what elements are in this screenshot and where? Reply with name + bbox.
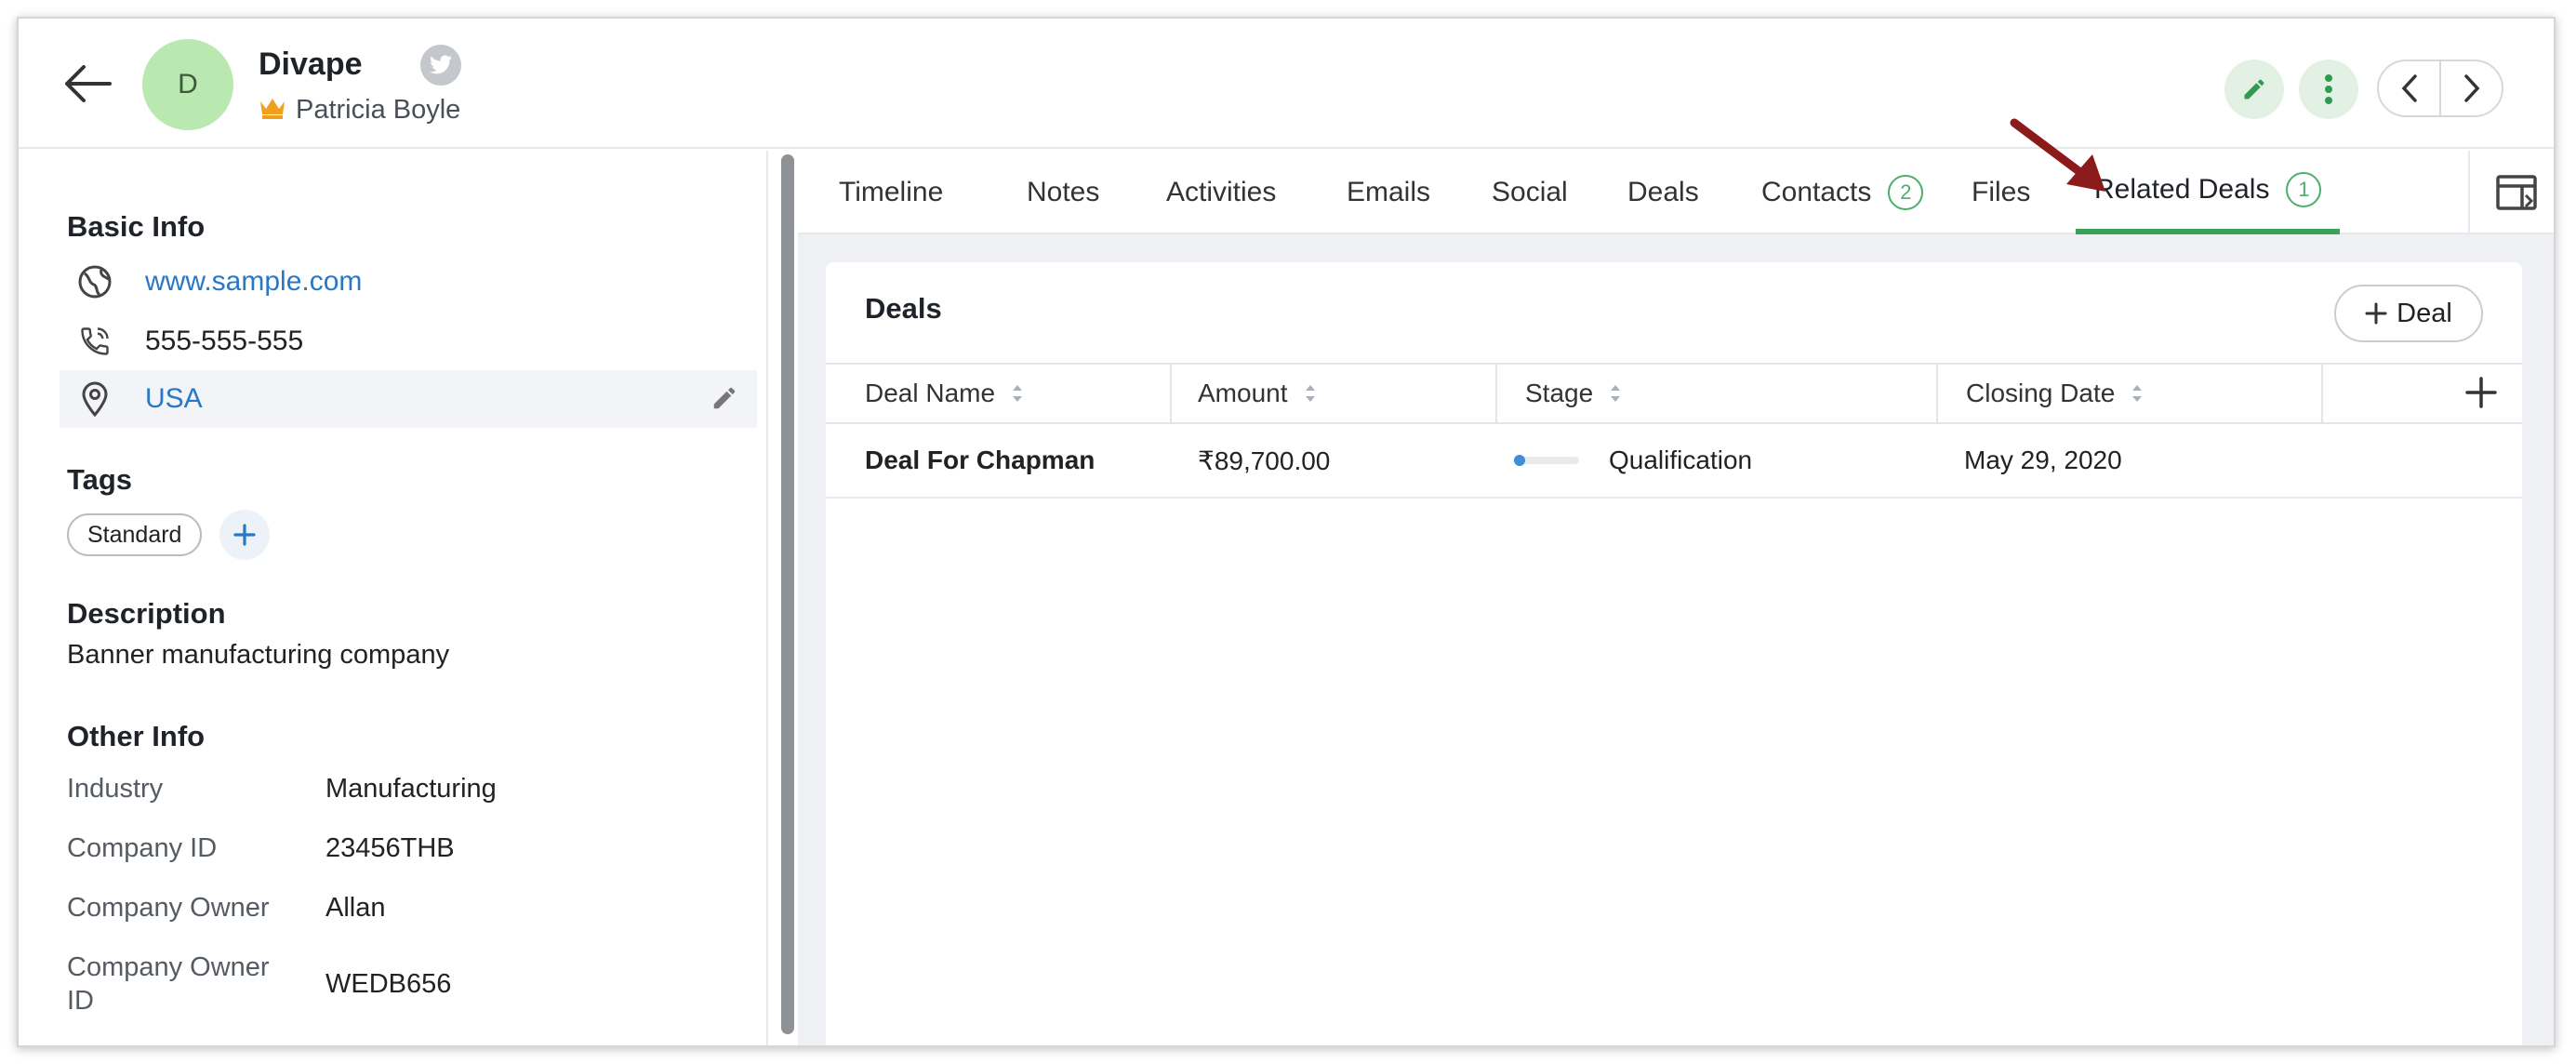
industry-value[interactable]: Manufacturing bbox=[325, 774, 497, 805]
tabs-divider bbox=[2468, 151, 2470, 234]
sidebar-scrollbar[interactable] bbox=[781, 154, 794, 1034]
company-owner-value[interactable]: Allan bbox=[325, 893, 386, 924]
tab-contacts[interactable]: Contacts 2 bbox=[1761, 151, 1924, 234]
twitter-icon[interactable] bbox=[420, 45, 461, 86]
column-closing-date[interactable]: Closing Date bbox=[1966, 365, 2144, 422]
phone-icon bbox=[76, 323, 113, 360]
related-deals-count-badge: 1 bbox=[2286, 172, 2322, 207]
industry-label: Industry bbox=[67, 774, 164, 804]
stage-cell: Qualification bbox=[1514, 424, 1752, 497]
edit-pencil-icon[interactable] bbox=[710, 384, 738, 417]
tags-title: Tags bbox=[67, 463, 133, 496]
stage-progress-fill bbox=[1514, 455, 1525, 466]
column-separator bbox=[1170, 365, 1172, 422]
company-name: Divape bbox=[259, 47, 363, 82]
record-header: D Divape Patricia Boyle bbox=[19, 19, 2554, 149]
company-id-value[interactable]: 23456THB bbox=[325, 833, 455, 864]
stage-progress-bar bbox=[1514, 455, 1579, 466]
basic-info-title: Basic Info bbox=[67, 210, 206, 243]
website-link[interactable]: www.sample.com bbox=[145, 266, 362, 298]
column-label: Stage bbox=[1525, 379, 1594, 407]
column-label: Deal Name bbox=[865, 379, 996, 407]
tab-bar: Timeline Notes Activities Emails Social … bbox=[798, 151, 2554, 234]
sort-icon bbox=[1305, 385, 1315, 402]
record-navigation bbox=[2377, 60, 2503, 117]
website-row: www.sample.com bbox=[60, 253, 757, 311]
edit-record-button[interactable] bbox=[2224, 60, 2284, 119]
crown-icon bbox=[259, 96, 286, 125]
tab-deals[interactable]: Deals bbox=[1627, 151, 1699, 234]
tab-emails[interactable]: Emails bbox=[1347, 151, 1430, 234]
deal-name-cell[interactable]: Deal For Chapman bbox=[865, 424, 1095, 497]
sort-icon bbox=[1013, 385, 1023, 402]
layout-icon[interactable] bbox=[2494, 171, 2539, 216]
tab-label: Social bbox=[1492, 177, 1568, 207]
tab-social[interactable]: Social bbox=[1492, 151, 1568, 234]
country-row: USA bbox=[60, 370, 757, 428]
deals-card-title: Deals bbox=[865, 292, 942, 325]
back-arrow-icon[interactable] bbox=[61, 61, 113, 106]
next-record-button[interactable] bbox=[2439, 61, 2502, 115]
owner-row: Patricia Boyle bbox=[259, 95, 460, 126]
column-separator bbox=[1936, 365, 1938, 422]
column-deal-name[interactable]: Deal Name bbox=[865, 365, 1025, 422]
company-id-label: Company ID bbox=[67, 833, 218, 863]
column-separator bbox=[1495, 365, 1497, 422]
deals-card: Deals Deal Deal Name Amount Stage Closin… bbox=[826, 262, 2522, 1045]
owner-name[interactable]: Patricia Boyle bbox=[296, 95, 460, 126]
description-text: Banner manufacturing company bbox=[67, 640, 450, 670]
column-stage[interactable]: Stage bbox=[1525, 365, 1623, 422]
plus-icon bbox=[2365, 302, 2387, 325]
location-pin-icon bbox=[76, 380, 113, 418]
add-deal-button[interactable]: Deal bbox=[2334, 285, 2483, 342]
tab-label: Activities bbox=[1166, 177, 1277, 207]
company-owner-id-value[interactable]: WEDB656 bbox=[325, 969, 451, 1000]
globe-icon bbox=[76, 263, 113, 300]
contacts-count-badge: 2 bbox=[1888, 175, 1924, 210]
company-owner-id-label: Company Owner ID bbox=[67, 952, 270, 1016]
table-row[interactable]: Deal For Chapman ₹89,700.00 Qualificatio… bbox=[826, 424, 2522, 499]
tab-notes[interactable]: Notes bbox=[1027, 151, 1099, 234]
column-label: Amount bbox=[1198, 379, 1288, 407]
tab-timeline[interactable]: Timeline bbox=[839, 151, 943, 234]
details-sidebar: Basic Info www.sample.com 555-555-555 US… bbox=[19, 151, 768, 1045]
annotation-arrow-icon bbox=[2010, 118, 2105, 192]
stage-value: Qualification bbox=[1609, 446, 1753, 474]
tab-label: Notes bbox=[1027, 177, 1100, 207]
country-link[interactable]: USA bbox=[145, 383, 203, 415]
avatar-initial: D bbox=[178, 69, 198, 100]
sort-icon bbox=[1611, 385, 1621, 402]
phone-value[interactable]: 555-555-555 bbox=[145, 326, 303, 357]
sort-icon bbox=[2132, 385, 2143, 402]
add-deal-label: Deal bbox=[2397, 298, 2452, 328]
tab-label: Emails bbox=[1347, 177, 1431, 207]
column-amount[interactable]: Amount bbox=[1198, 365, 1318, 422]
tab-label: Contacts bbox=[1761, 177, 1872, 207]
more-options-button[interactable] bbox=[2299, 60, 2358, 119]
amount-cell: ₹89,700.00 bbox=[1198, 446, 1331, 475]
add-tag-button[interactable] bbox=[219, 510, 270, 560]
previous-record-button[interactable] bbox=[2379, 61, 2439, 115]
tag-chip[interactable]: Standard bbox=[67, 513, 203, 556]
tab-label: Timeline bbox=[839, 177, 944, 207]
description-title: Description bbox=[67, 597, 226, 630]
column-label: Closing Date bbox=[1966, 379, 2116, 407]
add-column-icon[interactable] bbox=[2464, 376, 2502, 413]
other-info-title: Other Info bbox=[67, 720, 206, 752]
related-content-panel: Timeline Notes Activities Emails Social … bbox=[798, 151, 2554, 1045]
phone-row: 555-555-555 bbox=[60, 313, 757, 370]
contact-detail-window: D Divape Patricia Boyle Basic Info www.s… bbox=[17, 17, 2556, 1047]
closing-date-cell: May 29, 2020 bbox=[1964, 446, 2122, 474]
column-separator bbox=[2321, 365, 2323, 422]
tab-label: Related Deals bbox=[2094, 174, 2270, 205]
tab-label: Deals bbox=[1627, 177, 1699, 207]
tab-activities[interactable]: Activities bbox=[1166, 151, 1276, 234]
deals-table-header: Deal Name Amount Stage Closing Date bbox=[826, 363, 2522, 424]
company-avatar: D bbox=[142, 39, 233, 130]
company-owner-label: Company Owner bbox=[67, 893, 270, 923]
